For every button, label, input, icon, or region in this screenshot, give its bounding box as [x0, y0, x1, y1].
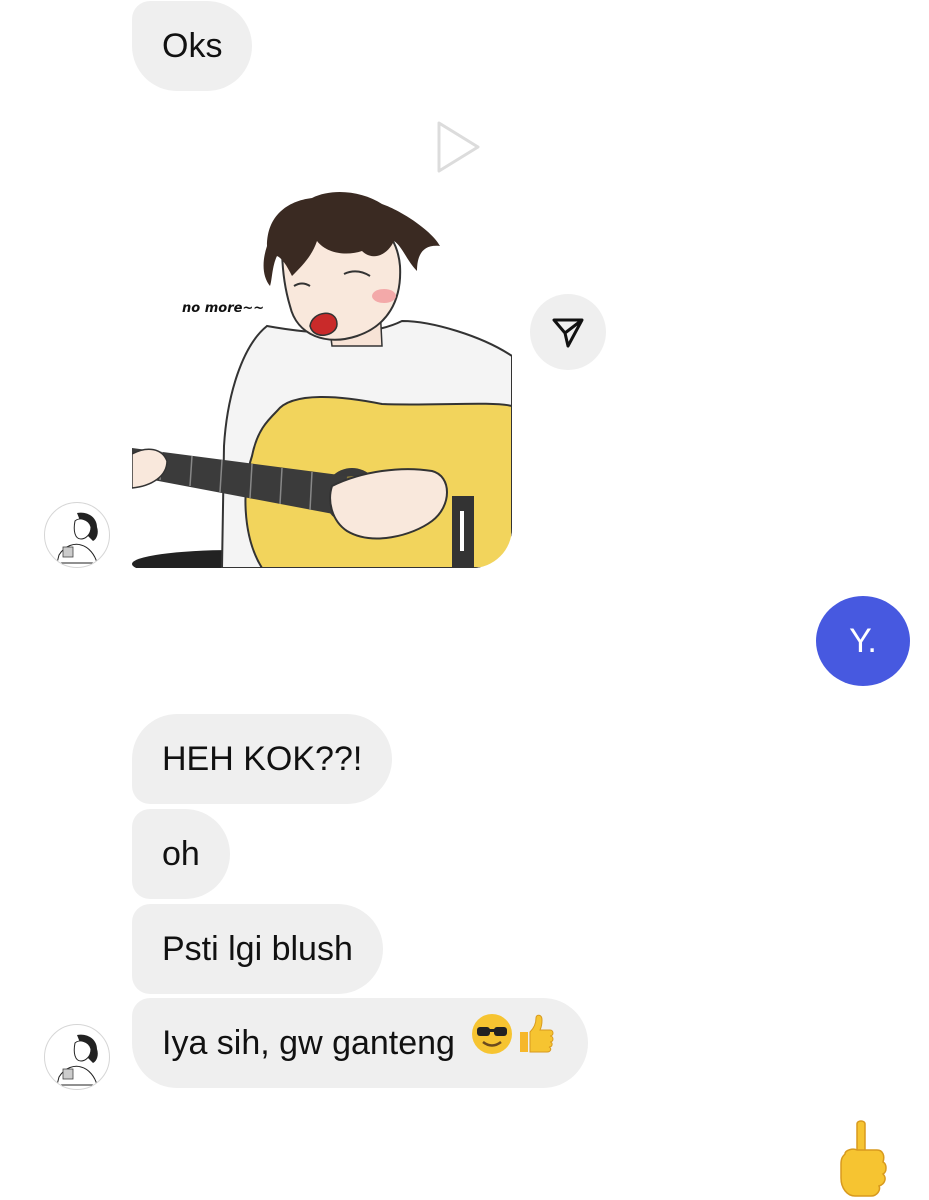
- share-button[interactable]: [530, 294, 606, 370]
- contact-avatar[interactable]: [44, 1024, 110, 1090]
- message-text: Iya sih, gw ganteng: [162, 1024, 455, 1062]
- avatar-image: [56, 512, 98, 564]
- guitar-boy-illustration: [132, 192, 512, 568]
- contact-avatar[interactable]: [44, 502, 110, 568]
- message-bubble[interactable]: Iya sih, gw ganteng: [132, 998, 589, 1090]
- message-bubble[interactable]: oh: [132, 809, 230, 899]
- avatar-image: [56, 1034, 98, 1086]
- send-icon: [552, 318, 584, 348]
- message-bubble[interactable]: HEH KOK??!: [132, 714, 393, 804]
- message-bubble[interactable]: Oks: [132, 1, 253, 91]
- my-initial: Y.: [849, 621, 877, 660]
- sticker-message[interactable]: no more~~: [132, 186, 512, 568]
- sticker-caption: no more~~: [182, 301, 265, 316]
- pointing-up-emoji-icon[interactable]: [833, 1118, 893, 1198]
- thumbs-up-emoji-icon: [514, 1000, 558, 1090]
- my-avatar[interactable]: Y.: [816, 596, 910, 686]
- play-icon[interactable]: [432, 118, 484, 176]
- sunglasses-emoji-icon: [470, 1000, 514, 1090]
- message-bubble[interactable]: Psti lgi blush: [132, 904, 383, 994]
